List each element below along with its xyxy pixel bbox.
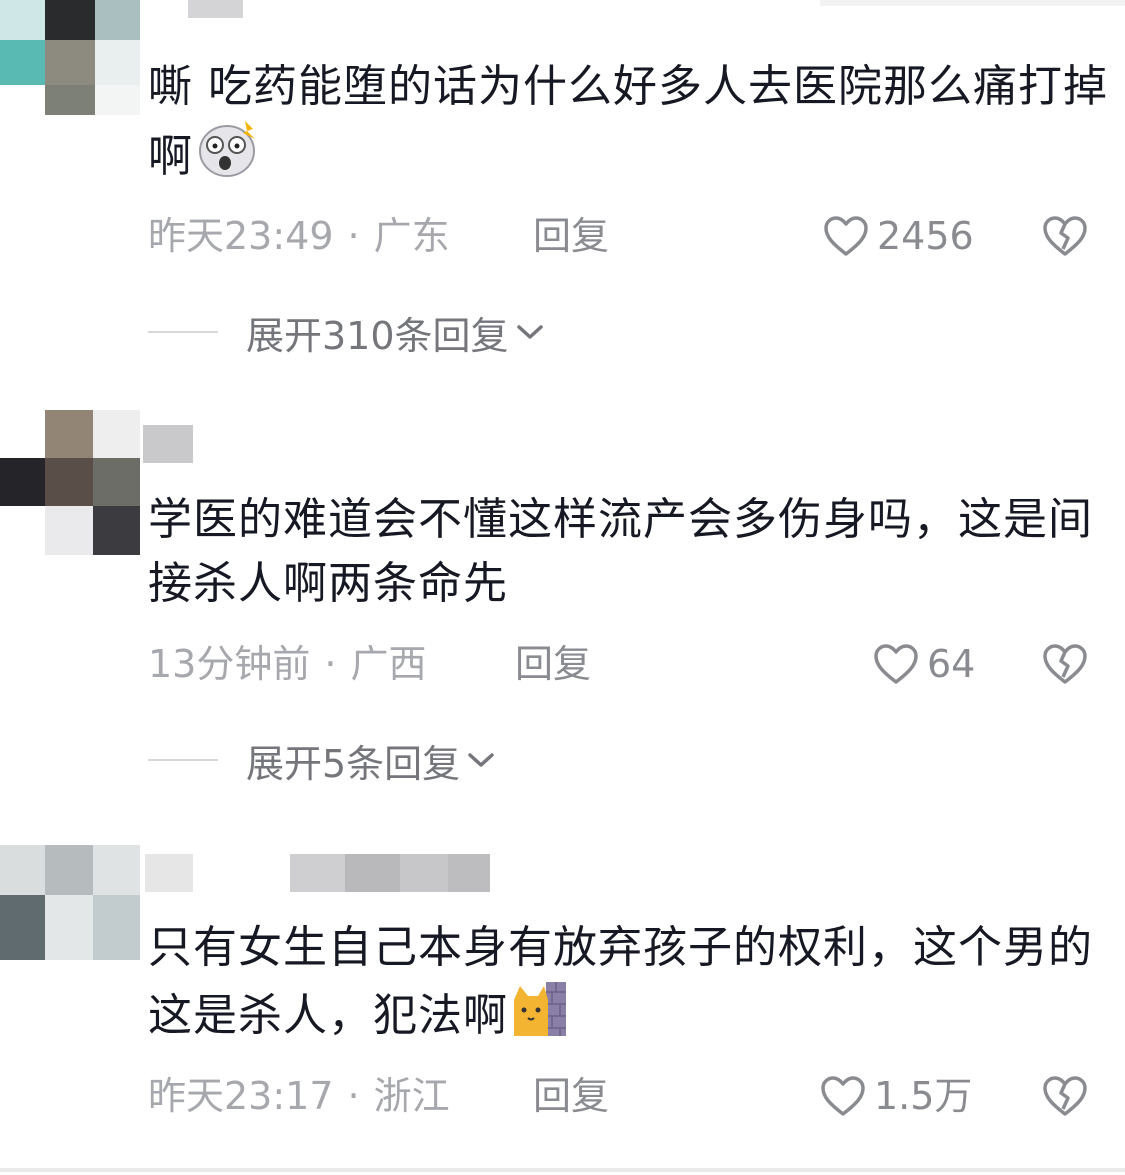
top-edge [820, 0, 1125, 6]
divider-line [148, 331, 218, 333]
comment-meta: 13分钟前 · 广西 回复 64 [148, 634, 1108, 694]
chevron-down-icon [516, 325, 543, 339]
divider-line [148, 759, 218, 761]
reply-button[interactable]: 回复 [515, 634, 591, 694]
heart-icon [824, 216, 868, 256]
comment-text: 学医的难道会不懂这样流产会多伤身吗，这是间接杀人啊两条命先 [148, 494, 1093, 609]
comment-meta: 昨天23:49 · 广东 回复 2456 [148, 206, 1108, 266]
expand-replies-button[interactable]: 展开5条回复 [148, 730, 496, 790]
broken-heart-icon [1043, 644, 1087, 684]
avatar[interactable] [0, 410, 140, 555]
like-count: 2456 [877, 214, 974, 258]
comment-time: 昨天23:17 [148, 1074, 334, 1118]
comment-meta: 昨天23:17 · 浙江 回复 1.5万 [148, 1066, 1108, 1126]
username-blurred[interactable] [143, 425, 193, 463]
reply-button[interactable]: 回复 [533, 206, 609, 266]
meta-separator: · [347, 214, 360, 258]
chevron-down-icon [468, 753, 494, 767]
comment-time: 13分钟前 [148, 642, 311, 686]
shocked-face-emoji [197, 119, 261, 197]
like-button[interactable]: 64 [873, 634, 975, 694]
meta-separator: · [324, 642, 337, 686]
comment-region: 广东 [373, 214, 450, 258]
heart-icon [821, 1076, 865, 1116]
comment-text: 嘶 吃药能堕的话为什么好多人去医院那么痛打掉啊 [148, 55, 1113, 197]
like-button[interactable]: 2456 [823, 206, 974, 266]
comment-text: 只有女生自己本身有放弃孩子的权利，这个男的这是杀人，犯法啊 [148, 916, 1113, 1056]
cat-behind-wall-emoji [512, 980, 568, 1056]
reply-button[interactable]: 回复 [533, 1066, 609, 1126]
avatar[interactable] [0, 845, 140, 960]
expand-replies-button[interactable]: 展开310条回复 [148, 302, 545, 362]
bottom-divider [0, 1168, 1125, 1172]
broken-heart-icon [1043, 216, 1087, 256]
comment-region: 浙江 [373, 1074, 450, 1118]
comment-region: 广西 [350, 642, 427, 686]
username-blurred[interactable] [145, 854, 490, 892]
broken-heart-icon [1043, 1076, 1087, 1116]
dislike-button[interactable] [1042, 214, 1088, 274]
dislike-button[interactable] [1042, 1074, 1088, 1134]
dislike-button[interactable] [1042, 642, 1088, 702]
comment-time: 昨天23:49 [148, 214, 334, 258]
heart-icon [874, 644, 918, 684]
avatar[interactable] [0, 0, 140, 115]
meta-separator: · [347, 1074, 360, 1118]
like-button[interactable]: 1.5万 [820, 1066, 972, 1126]
like-count: 1.5万 [874, 1074, 973, 1118]
username-blurred[interactable] [188, 0, 243, 18]
like-count: 64 [927, 642, 976, 686]
